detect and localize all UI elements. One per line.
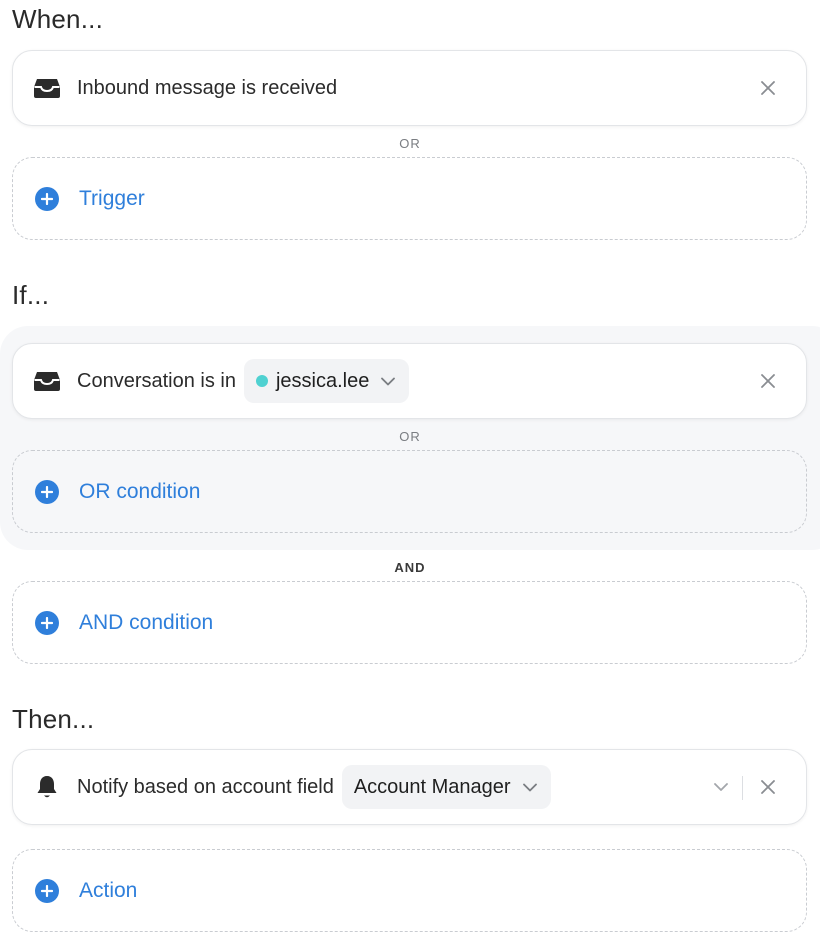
or-separator: OR [399,136,421,151]
inbox-icon [33,367,61,395]
account-field-select[interactable]: Account Manager [341,765,551,809]
remove-trigger-close-icon[interactable] [756,76,780,100]
add-or-condition-button[interactable]: OR condition [12,450,807,533]
inbox-icon [33,74,61,102]
condition-label: Conversation is in [77,369,236,392]
if-heading: If... [12,280,50,310]
condition-card[interactable]: Conversation is in jessica.lee [12,343,807,419]
add-action-button[interactable]: Action [12,849,807,932]
status-dot [255,375,268,387]
chevron-down-icon [522,783,537,792]
plus-icon [35,479,59,504]
when-heading: When... [12,4,103,34]
remove-action-close-icon[interactable] [756,775,780,799]
action-card[interactable]: Notify based on account field Account Ma… [12,749,807,825]
plus-icon [35,610,59,635]
add-trigger-button[interactable]: Trigger [12,157,807,240]
inbox-select[interactable]: jessica.lee [243,359,410,403]
plus-icon [35,878,59,903]
bell-icon [33,773,61,801]
action-label: Notify based on account field [77,775,334,798]
add-trigger-label: Trigger [79,186,145,210]
divider [742,776,743,800]
then-heading: Then... [12,704,95,734]
and-separator: AND [394,560,426,575]
account-field-select-value: Account Manager [353,775,511,798]
remove-condition-close-icon[interactable] [756,369,780,393]
add-and-condition-button[interactable]: AND condition [12,581,807,664]
add-action-label: Action [79,878,138,902]
or-separator: OR [399,429,421,444]
expand-action-chevron-down-icon[interactable] [714,783,728,792]
add-or-condition-label: OR condition [79,479,201,503]
add-and-condition-label: AND condition [79,610,214,634]
chevron-down-icon [381,377,396,386]
plus-icon [35,186,59,211]
trigger-card[interactable]: Inbound message is received [12,50,807,126]
inbox-select-value: jessica.lee [275,369,370,392]
trigger-label: Inbound message is received [77,76,338,99]
